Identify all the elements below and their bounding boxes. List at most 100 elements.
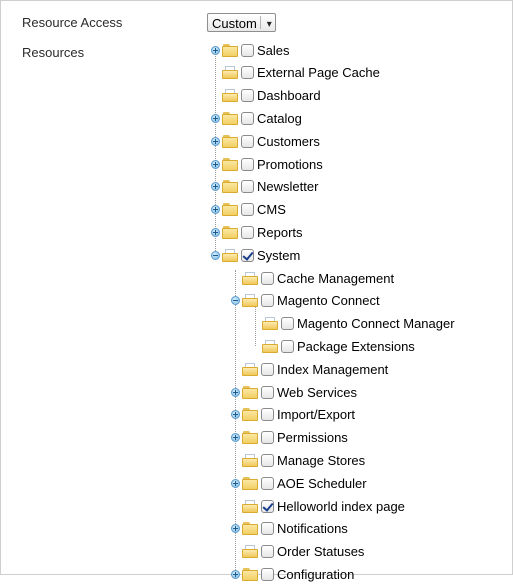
folder-closed-icon — [242, 385, 258, 399]
tree-node-label: Dashboard — [257, 88, 321, 104]
tree-checkbox[interactable] — [261, 499, 274, 513]
tree-checkbox[interactable] — [261, 362, 274, 376]
expand-icon[interactable] — [231, 569, 240, 579]
tree-node-promotions[interactable]: Promotions — [211, 154, 323, 174]
tree-node-label: External Page Cache — [257, 65, 380, 81]
tree-node-index-management[interactable]: Index Management — [231, 359, 388, 379]
tree-node-label: Import/Export — [277, 407, 356, 423]
tree-node-newsletter[interactable]: Newsletter — [211, 177, 318, 197]
tree-node-label: Reports — [257, 224, 303, 240]
tree-node-catalog[interactable]: Catalog — [211, 108, 302, 128]
tree-node-cache-management[interactable]: Cache Management — [231, 268, 394, 288]
tree-checkbox[interactable] — [261, 431, 274, 445]
tree-node-label: Manage Stores — [277, 452, 366, 468]
tree-checkbox[interactable] — [281, 317, 294, 331]
folder-open-icon — [222, 66, 238, 80]
tree-node-label: Order Statuses — [277, 544, 365, 560]
tree-node-configuration[interactable]: Configuration — [231, 564, 354, 584]
collapse-icon[interactable] — [211, 250, 220, 260]
tree-node-label: Catalog — [257, 110, 302, 126]
expand-icon[interactable] — [211, 182, 220, 192]
tree-node-manage-stores[interactable]: Manage Stores — [231, 450, 365, 470]
tree-checkbox[interactable] — [261, 408, 274, 422]
expand-icon[interactable] — [211, 113, 220, 123]
expand-icon[interactable] — [211, 227, 220, 237]
tree-checkbox[interactable] — [241, 43, 254, 57]
tree-node-customers[interactable]: Customers — [211, 131, 320, 151]
resource-access-select-value: Custom — [212, 16, 257, 31]
tree-node-dashboard[interactable]: Dashboard — [211, 86, 321, 106]
tree-checkbox[interactable] — [241, 225, 254, 239]
expand-icon[interactable] — [211, 205, 220, 215]
folder-open-icon — [242, 545, 258, 559]
folder-closed-icon — [242, 476, 258, 490]
tree-node-web-services[interactable]: Web Services — [231, 382, 357, 402]
tree-checkbox[interactable] — [241, 180, 254, 194]
tree-checkbox[interactable] — [261, 545, 274, 559]
expand-icon[interactable] — [211, 159, 220, 169]
tree-checkbox[interactable] — [261, 567, 274, 581]
tree-node-helloworld-index-page[interactable]: Helloworld index page — [231, 496, 405, 516]
folder-open-icon — [242, 294, 258, 308]
resource-access-label: Resource Access — [22, 15, 123, 30]
folder-closed-icon — [222, 157, 238, 171]
tree-checkbox[interactable] — [261, 385, 274, 399]
tree-checkbox[interactable] — [241, 66, 254, 80]
folder-closed-icon — [242, 567, 258, 581]
tree-node-label: Notifications — [277, 521, 348, 537]
tree-node-label: CMS — [257, 202, 286, 218]
tree-node-external-page-cache[interactable]: External Page Cache — [211, 63, 380, 83]
collapse-icon[interactable] — [231, 296, 240, 306]
folder-closed-icon — [222, 134, 238, 148]
tree-node-notifications[interactable]: Notifications — [231, 519, 348, 539]
tree-node-label: Cache Management — [277, 270, 395, 286]
tree-checkbox[interactable] — [241, 89, 254, 103]
tree-checkbox[interactable] — [241, 134, 254, 148]
folder-closed-icon — [222, 43, 238, 57]
folder-closed-icon — [242, 522, 258, 536]
tree-node-magento-connect[interactable]: Magento Connect — [231, 291, 380, 311]
tree-node-reports[interactable]: Reports — [211, 222, 303, 242]
expand-icon[interactable] — [211, 136, 220, 146]
tree-node-permissions[interactable]: Permissions — [231, 428, 348, 448]
tree-checkbox[interactable] — [241, 157, 254, 171]
tree-checkbox[interactable] — [261, 522, 274, 536]
tree-checkbox[interactable] — [241, 111, 254, 125]
tree-node-cms[interactable]: CMS — [211, 200, 286, 220]
expand-icon[interactable] — [231, 387, 240, 397]
tree-node-aoe-scheduler[interactable]: AOE Scheduler — [231, 473, 367, 493]
tree-node-label: Promotions — [257, 156, 323, 172]
folder-closed-icon — [242, 408, 258, 422]
tree-node-system[interactable]: System — [211, 245, 300, 265]
folder-closed-icon — [242, 431, 258, 445]
tree-node-label: AOE Scheduler — [277, 475, 367, 491]
tree-node-label: Package Extensions — [297, 338, 415, 354]
expand-icon[interactable] — [231, 433, 240, 443]
tree-node-import-export[interactable]: Import/Export — [231, 405, 355, 425]
folder-open-icon — [242, 271, 258, 285]
tree-checkbox[interactable] — [241, 203, 254, 217]
expand-icon[interactable] — [231, 478, 240, 488]
tree-node-label: Web Services — [277, 384, 357, 400]
expand-icon[interactable] — [231, 410, 240, 420]
folder-closed-icon — [222, 225, 238, 239]
tree-node-package-extensions[interactable]: Package Extensions — [251, 336, 415, 356]
resource-access-select[interactable]: Custom ▾ — [207, 13, 276, 32]
tree-checkbox[interactable] — [261, 271, 274, 285]
tree-checkbox[interactable] — [241, 248, 254, 262]
select-separator — [259, 16, 261, 29]
tree-checkbox[interactable] — [281, 339, 294, 353]
tree-checkbox[interactable] — [261, 294, 274, 308]
tree-node-label: Magento Connect — [277, 293, 380, 309]
tree-checkbox[interactable] — [261, 453, 274, 467]
tree-node-label: Permissions — [277, 430, 348, 446]
tree-node-label: System — [257, 247, 301, 263]
expand-icon[interactable] — [231, 524, 240, 534]
tree-checkbox[interactable] — [261, 476, 274, 490]
expand-icon[interactable] — [211, 45, 220, 55]
folder-closed-icon — [222, 203, 238, 217]
tree-node-magento-connect-manager[interactable]: Magento Connect Manager — [251, 314, 455, 334]
tree-node-sales[interactable]: Sales — [211, 40, 290, 60]
tree-node-order-statuses[interactable]: Order Statuses — [231, 542, 364, 562]
folder-closed-icon — [222, 180, 238, 194]
